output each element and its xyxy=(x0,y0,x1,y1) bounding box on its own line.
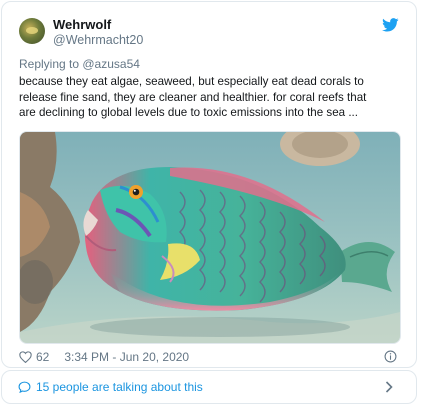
twitter-bird-icon[interactable] xyxy=(382,18,399,32)
author-avatar[interactable] xyxy=(19,18,45,44)
like-count[interactable]: 62 xyxy=(36,350,49,364)
tweet-text-line: release fine sand, they are cleaner and … xyxy=(19,90,367,104)
info-icon[interactable] xyxy=(384,350,397,363)
tweet-text: because they eat algae, seaweed, but esp… xyxy=(19,74,404,121)
replying-to-label: Replying to xyxy=(19,57,83,71)
conversation-link[interactable]: 15 people are talking about this xyxy=(1,370,417,404)
reply-mention-link[interactable]: @azusa54 xyxy=(82,57,140,71)
replying-to-line: Replying to @azusa54 xyxy=(19,57,140,71)
author-display-name[interactable]: Wehrwolf xyxy=(53,17,111,32)
tweet-meta: 62 3:34 PM - Jun 20, 2020 xyxy=(19,350,189,364)
author-handle[interactable]: @Wehrmacht20 xyxy=(53,33,143,47)
tweet-text-line: because they eat algae, seaweed, but esp… xyxy=(19,75,364,88)
heart-icon[interactable] xyxy=(19,351,32,363)
parrotfish-photo xyxy=(20,132,400,343)
speech-bubble-icon xyxy=(18,381,31,393)
tweet-media-photo[interactable] xyxy=(19,131,401,344)
tweet-card[interactable]: Wehrwolf @Wehrmacht20 Replying to @azusa… xyxy=(1,1,417,368)
conversation-label[interactable]: 15 people are talking about this xyxy=(36,380,203,394)
chevron-right-icon[interactable] xyxy=(385,381,393,393)
tweet-timestamp[interactable]: 3:34 PM - Jun 20, 2020 xyxy=(64,350,189,364)
tweet-text-line: are declining to global levels due to to… xyxy=(19,106,358,119)
